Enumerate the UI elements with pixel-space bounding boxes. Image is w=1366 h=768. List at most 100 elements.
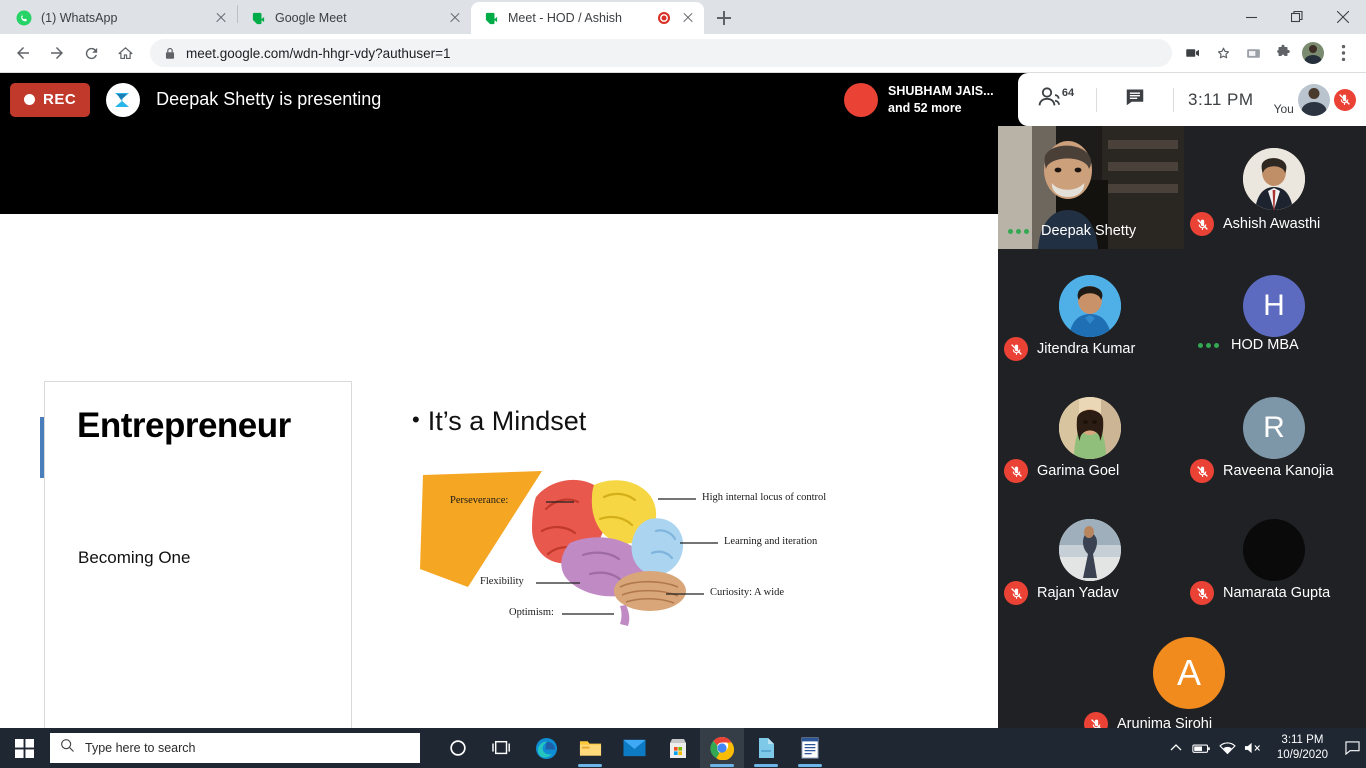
figure-label-optimism: Optimism:	[509, 607, 554, 618]
avatar: A	[1153, 637, 1225, 709]
file-explorer-icon[interactable]	[568, 728, 612, 768]
self-view-chip[interactable]: You	[1274, 73, 1362, 126]
participant-tile-namarata-gupta[interactable]: Namarata Gupta	[1184, 493, 1366, 615]
tab-google-meet[interactable]: Google Meet	[238, 2, 471, 34]
brain-mindset-diagram: Perseverance: Flexibility Optimism: High…	[418, 469, 888, 629]
figure-label-flexibility: Flexibility	[480, 576, 524, 587]
cortana-icon[interactable]	[436, 728, 480, 768]
search-icon	[60, 738, 75, 758]
microsoft-store-icon[interactable]	[656, 728, 700, 768]
avatar	[1243, 148, 1305, 210]
participants-panel[interactable]: Deepak Shetty	[998, 126, 1366, 768]
address-bar[interactable]: meet.google.com/wdn-hhgr-vdy?authuser=1	[150, 39, 1172, 67]
extensions-puzzle-icon[interactable]	[1268, 38, 1298, 68]
presentation-stage[interactable]: Entrepreneur Becoming One •It’s a Mindse…	[0, 126, 998, 768]
presenting-status: Deepak Shetty is presenting	[156, 89, 381, 110]
mic-muted-icon[interactable]	[1334, 89, 1356, 111]
slide-title: Entrepreneur	[77, 406, 291, 446]
restore-icon[interactable]	[1274, 0, 1320, 34]
search-input[interactable]: Type here to search	[50, 733, 420, 763]
cast-icon[interactable]	[1238, 38, 1268, 68]
show-hidden-icons-chevron[interactable]	[1163, 728, 1189, 768]
participant-name: HOD MBA	[1231, 337, 1299, 353]
speaker-names: SHUBHAM JAIS... and 52 more	[888, 83, 994, 117]
battery-icon[interactable]	[1189, 728, 1215, 768]
speaking-indicator-icon	[1198, 343, 1222, 348]
task-view-icon[interactable]	[480, 728, 524, 768]
reload-icon[interactable]	[76, 38, 106, 68]
search-placeholder: Type here to search	[85, 741, 195, 755]
recording-badge[interactable]: REC	[10, 83, 90, 117]
taskbar-clock[interactable]: 3:11 PM 10/9/2020	[1267, 733, 1338, 763]
network-wifi-icon[interactable]	[1215, 728, 1241, 768]
forward-arrow-icon[interactable]	[42, 38, 72, 68]
active-speaker-chip[interactable]: SHUBHAM JAIS... and 52 more	[836, 73, 1018, 126]
minimize-icon[interactable]	[1228, 0, 1274, 34]
mail-icon[interactable]	[612, 728, 656, 768]
bookmark-star-icon[interactable]	[1208, 38, 1238, 68]
back-arrow-icon[interactable]	[8, 38, 38, 68]
avatar	[1059, 397, 1121, 459]
home-icon[interactable]	[110, 38, 140, 68]
volume-muted-icon[interactable]	[1241, 728, 1267, 768]
avatar-initial: R	[1263, 411, 1285, 445]
bullet-dot-icon: •	[412, 407, 420, 432]
figure-label-curiosity: Curiosity: A wide	[710, 587, 784, 598]
participant-name: Deepak Shetty	[1041, 223, 1136, 239]
self-label: You	[1274, 102, 1294, 116]
participant-tile-raveena-kanojia[interactable]: R Raveena Kanojia	[1184, 371, 1366, 493]
chat-button[interactable]	[1097, 73, 1173, 126]
windows-start-icon[interactable]	[0, 728, 48, 768]
organization-logo	[106, 83, 140, 117]
participant-tile-arunima-sirohi[interactable]: A Arunima Sirohi	[1091, 615, 1277, 745]
google-chrome-icon[interactable]	[700, 728, 744, 768]
speaker-avatar	[844, 83, 878, 117]
browser-toolbar: meet.google.com/wdn-hhgr-vdy?authuser=1	[0, 34, 1366, 73]
close-icon[interactable]	[1320, 0, 1366, 34]
participants-button[interactable]: 64	[1018, 73, 1096, 126]
avatar	[1243, 519, 1305, 581]
participant-name-row: Deepak Shetty	[1008, 223, 1136, 239]
avatar	[1059, 519, 1121, 581]
meet-clock: 3:11 PM	[1174, 90, 1268, 110]
participant-name: Namarata Gupta	[1223, 585, 1330, 601]
taskbar-time: 3:11 PM	[1277, 733, 1328, 748]
camera-icon[interactable]	[1178, 38, 1208, 68]
participant-tile-jitendra-kumar[interactable]: Jitendra Kumar	[998, 249, 1184, 371]
participant-name: Ashish Awasthi	[1223, 216, 1320, 232]
meet-controls-cluster: 64 3:11 PM You	[1018, 73, 1366, 126]
profile-avatar[interactable]	[1298, 38, 1328, 68]
mic-muted-icon	[1190, 212, 1214, 236]
figure-label-locus-of-control: High internal locus of control	[702, 492, 826, 503]
tab-recording-indicator-icon[interactable]	[658, 12, 670, 24]
avatar-initial: H	[1263, 289, 1285, 323]
participant-tile-garima-goel[interactable]: Garima Goel	[998, 371, 1184, 493]
participant-tile-rajan-yadav[interactable]: Rajan Yadav	[998, 493, 1184, 615]
participant-tile-deepak-shetty[interactable]: Deepak Shetty	[998, 126, 1184, 249]
mic-muted-icon	[1004, 459, 1028, 483]
participant-tile-hod-mba[interactable]: H HOD MBA	[1184, 249, 1366, 371]
speaker-name-overflow: and 52 more	[888, 101, 962, 115]
microsoft-word-icon[interactable]	[788, 728, 832, 768]
avatar	[1302, 42, 1324, 64]
participant-tile-ashish-awasthi[interactable]: Ashish Awasthi	[1184, 126, 1366, 249]
tab-whatsapp[interactable]: (1) WhatsApp	[4, 2, 237, 34]
close-icon[interactable]	[213, 10, 229, 26]
chrome-menu-icon[interactable]	[1328, 38, 1358, 68]
microsoft-edge-icon[interactable]	[524, 728, 568, 768]
speaker-name-primary: SHUBHAM JAIS...	[888, 84, 994, 98]
speaking-indicator-icon	[1008, 229, 1032, 234]
close-icon[interactable]	[447, 10, 463, 26]
figure-label-learning-iteration: Learning and iteration	[724, 536, 817, 547]
tab-meet-hod-ashish[interactable]: Meet - HOD / Ashish	[471, 2, 704, 34]
participant-name-row: HOD MBA	[1198, 337, 1299, 353]
record-dot-icon	[24, 94, 35, 105]
action-center-icon[interactable]	[1338, 728, 1366, 768]
close-icon[interactable]	[680, 10, 696, 26]
new-tab-button[interactable]	[710, 4, 738, 32]
adobe-reader-icon[interactable]	[744, 728, 788, 768]
tab-title: Meet - HOD / Ashish	[508, 11, 658, 25]
meet-top-bar: REC Deepak Shetty is presenting SHUBHAM …	[0, 73, 1366, 126]
avatar: H	[1243, 275, 1305, 337]
participant-name: Jitendra Kumar	[1037, 341, 1135, 357]
